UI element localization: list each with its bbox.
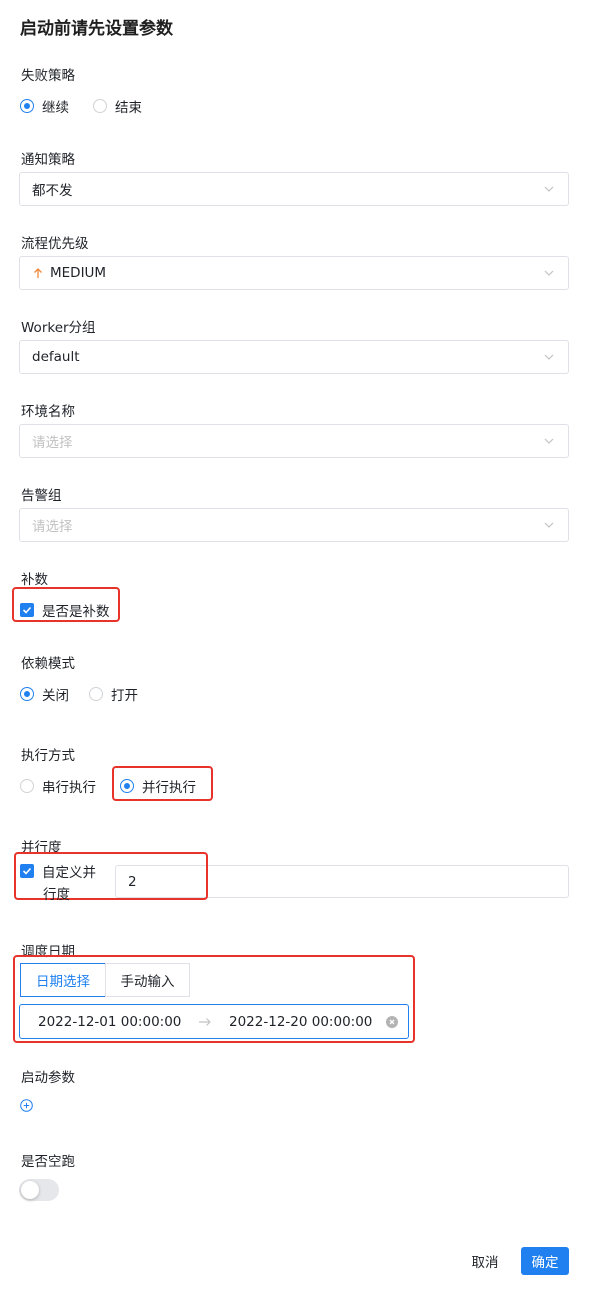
date-range-picker[interactable]: 2022-12-01 00:00:00 2022-12-20 00:00:00 [19, 1004, 409, 1039]
radio-unchecked-icon [20, 779, 34, 793]
confirm-button[interactable]: 确定 [521, 1247, 569, 1275]
notify-strategy-label: 通知策略 [21, 152, 75, 168]
parallelism-checkbox[interactable]: 自定义并 行度 [20, 862, 96, 906]
dependency-mode-label: 依赖模式 [21, 656, 75, 672]
arrow-right-icon [199, 1017, 211, 1026]
environment-label: 环境名称 [21, 404, 75, 420]
switch-knob [21, 1181, 39, 1199]
priority-label: 流程优先级 [21, 236, 89, 252]
dry-run-label: 是否空跑 [21, 1154, 75, 1170]
dry-run-switch[interactable] [19, 1179, 59, 1201]
startup-params-label: 启动参数 [21, 1070, 75, 1086]
radio-checked-icon [120, 779, 134, 793]
chevron-down-icon [544, 270, 554, 276]
worker-group-select[interactable]: default [19, 340, 569, 374]
run-mode-label: 执行方式 [21, 748, 75, 764]
chevron-down-icon [544, 438, 554, 444]
dependency-mode-on-radio[interactable]: 打开 [89, 684, 138, 704]
failure-strategy-label: 失败策略 [21, 68, 75, 84]
worker-group-label: Worker分组 [21, 320, 96, 336]
tab-manual-input[interactable]: 手动输入 [105, 963, 190, 997]
complement-checkbox[interactable]: 是否是补数 [20, 600, 110, 620]
priority-value: MEDIUM [50, 265, 107, 281]
date-range-end: 2022-12-20 00:00:00 [229, 1013, 373, 1030]
failure-strategy-group: 继续 结束 [20, 96, 142, 116]
notify-strategy-select[interactable]: 都不发 [19, 172, 569, 206]
dialog-title: 启动前请先设置参数 [20, 19, 173, 39]
tab-date-select[interactable]: 日期选择 [20, 963, 106, 997]
dependency-mode-off-radio[interactable]: 关闭 [20, 684, 69, 704]
cancel-button[interactable]: 取消 [463, 1247, 507, 1275]
checkbox-checked-icon [20, 603, 34, 617]
chevron-down-icon [544, 354, 554, 360]
radio-checked-icon [20, 687, 34, 701]
failure-strategy-end-radio[interactable]: 结束 [93, 96, 142, 116]
run-mode-serial-radio[interactable]: 串行执行 [20, 776, 96, 796]
clear-icon[interactable] [386, 1015, 398, 1028]
add-param-icon[interactable] [20, 1099, 33, 1112]
complement-label: 补数 [21, 572, 48, 588]
radio-unchecked-icon [89, 687, 103, 701]
radio-checked-icon [20, 99, 34, 113]
run-mode-parallel-radio[interactable]: 并行执行 [120, 776, 196, 796]
chevron-down-icon [544, 522, 554, 528]
checkbox-checked-icon [20, 864, 34, 878]
alert-group-select[interactable]: 请选择 [19, 508, 569, 542]
chevron-down-icon [544, 186, 554, 192]
arrow-up-icon [34, 268, 42, 278]
date-range-start: 2022-12-01 00:00:00 [38, 1013, 182, 1030]
environment-select[interactable]: 请选择 [19, 424, 569, 458]
alert-group-label: 告警组 [21, 488, 62, 504]
failure-strategy-continue-radio[interactable]: 继续 [20, 96, 69, 116]
dependency-mode-group: 关闭 打开 [20, 684, 138, 704]
priority-select[interactable]: MEDIUM [19, 256, 569, 290]
radio-unchecked-icon [93, 99, 107, 113]
